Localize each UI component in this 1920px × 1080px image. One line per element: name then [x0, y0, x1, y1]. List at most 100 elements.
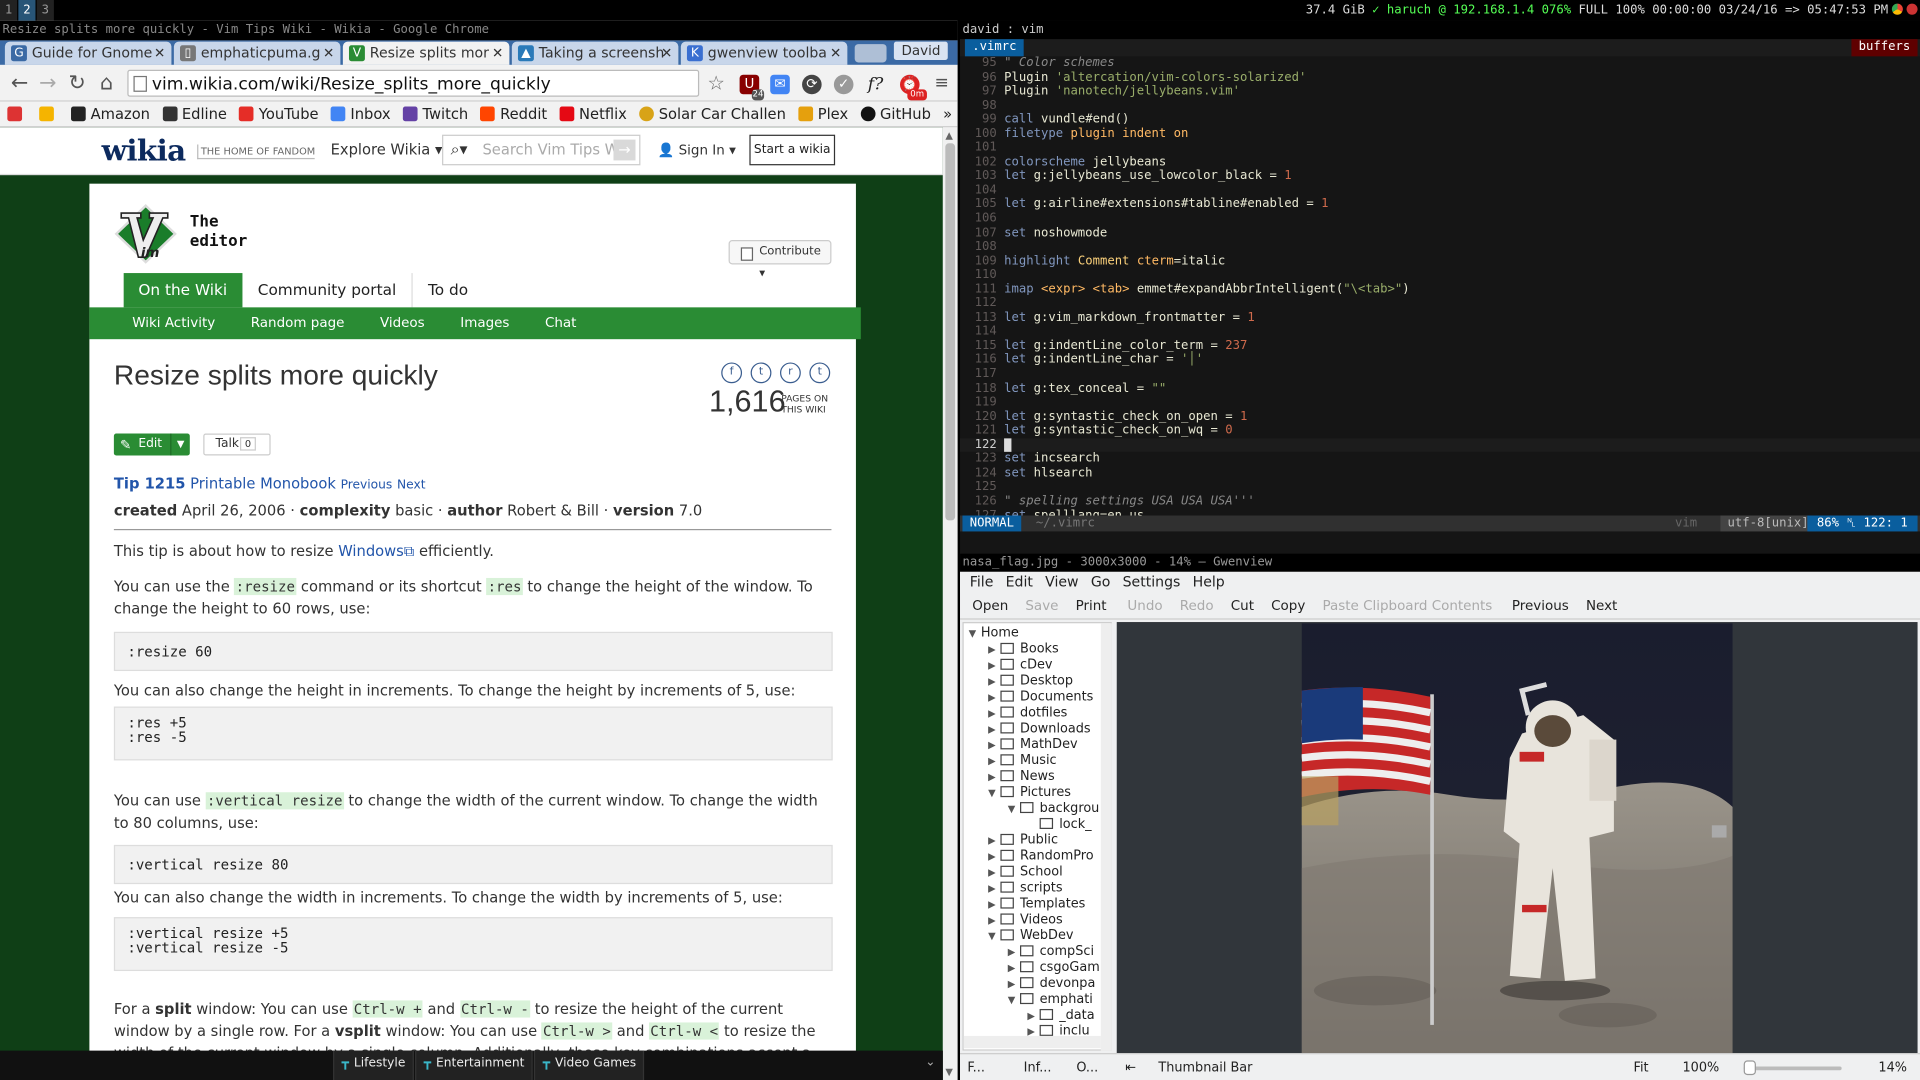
vim-line[interactable]: 106 — [960, 212, 1920, 226]
expander-icon[interactable]: ▶ — [988, 673, 1000, 689]
facebook-icon[interactable]: f — [721, 362, 743, 384]
tree-item[interactable]: ▶ News — [988, 769, 1055, 785]
undo-button[interactable]: Undo — [1127, 593, 1162, 619]
tree-item[interactable]: ▶ dotfiles — [988, 705, 1067, 721]
menu-settings[interactable]: Settings — [1123, 572, 1181, 593]
browser-tab-active[interactable]: V Resize splits mor ✕ — [342, 41, 510, 65]
expander-icon[interactable]: ▼ — [969, 626, 981, 642]
chevron-down-icon[interactable]: ⌄ — [925, 1056, 935, 1069]
sidebar-tab-folders[interactable]: F... — [967, 1054, 985, 1080]
address-bar[interactable]: vim.wikia.com/wiki/Resize_splits_more_qu… — [127, 69, 725, 97]
vim-line[interactable]: 100 filetype plugin indent on — [960, 127, 1920, 141]
tree-item[interactable]: ▼ WebDev — [988, 928, 1073, 944]
tree-item[interactable]: lock_ — [1027, 817, 1092, 833]
bookmark-edline[interactable]: Edline — [162, 105, 227, 122]
vim-editor-lines[interactable]: 95 " Color schemes 96 Plugin 'altercation/v… — [960, 56, 1920, 523]
close-icon[interactable]: ✕ — [323, 42, 334, 65]
menu-help[interactable]: Help — [1193, 572, 1225, 593]
vim-line[interactable]: 96 Plugin 'altercation/vim-colors-solariz… — [960, 70, 1920, 84]
vim-line[interactable]: 112 — [960, 297, 1920, 311]
expander-icon[interactable]: ▶ — [1027, 1008, 1039, 1024]
bookmark-star-icon[interactable]: ☆ — [707, 71, 725, 95]
windows-link[interactable]: Windows — [338, 542, 404, 559]
vim-line[interactable]: 126 " spelling settings USA USA USA''' — [960, 495, 1920, 509]
tree-item[interactable]: ▶ Videos — [988, 912, 1063, 928]
bookmark-star-icon[interactable] — [39, 106, 59, 122]
print-button[interactable]: Print — [1076, 593, 1107, 619]
tree-item[interactable]: ▶ Public — [988, 833, 1058, 849]
chrome-tray-icon[interactable] — [1891, 3, 1903, 15]
bottom-bar-entertainment[interactable]: ┳ Entertainment — [415, 1050, 533, 1080]
previous-link[interactable]: Previous — [341, 479, 393, 492]
sync-ext-icon[interactable]: ⟳ — [802, 74, 822, 95]
tray-app-icon[interactable] — [1906, 3, 1918, 15]
previous-button[interactable]: Previous — [1512, 593, 1569, 619]
bottom-bar-lifestyle[interactable]: ┳ Lifestyle — [333, 1050, 414, 1080]
menu-file[interactable]: File — [970, 572, 994, 593]
close-icon[interactable]: ✕ — [492, 42, 503, 65]
tree-item[interactable]: ▶ RandomPro — [988, 849, 1093, 865]
expander-icon[interactable]: ▶ — [988, 880, 1000, 896]
tree-item[interactable]: ▶ Downloads — [988, 721, 1090, 737]
subnav-random-page[interactable]: Random page — [251, 307, 345, 339]
vim-line[interactable]: 125 — [960, 481, 1920, 495]
expander-icon[interactable]: ▶ — [988, 705, 1000, 721]
tree-item[interactable]: ▶ cDev — [988, 658, 1052, 674]
bookmark-twitch[interactable]: Twitch — [402, 105, 468, 122]
search-input[interactable]: Search Vim Tips Wiki — [482, 141, 617, 158]
expander-icon[interactable]: ▼ — [1008, 801, 1020, 817]
tree-item[interactable]: ▶ devonpa — [1008, 976, 1096, 992]
explore-wikia-menu[interactable]: Explore Wikia ▾ — [331, 141, 443, 158]
start-wikia-button[interactable]: Start a wikia — [749, 134, 836, 166]
vim-line[interactable]: 116 let g:indentLine_char = '│' — [960, 353, 1920, 367]
bottom-bar-video-games[interactable]: ┳ Video Games — [534, 1050, 645, 1080]
menu-icon[interactable]: ≡ — [929, 71, 953, 95]
browser-tab[interactable]: ▲ Taking a screensh ✕ — [511, 41, 679, 65]
bookmark-inbox[interactable]: Inbox — [330, 105, 391, 122]
workspace-1-button[interactable]: 1 — [0, 0, 18, 21]
vim-buffer-tab[interactable]: .vimrc — [964, 39, 1024, 57]
vim-line[interactable]: 123 set incsearch — [960, 452, 1920, 466]
vim-line[interactable]: 117 — [960, 367, 1920, 381]
browser-tab[interactable]: G Guide for Gnome ✕ — [4, 41, 172, 65]
subnav-chat[interactable]: Chat — [545, 307, 576, 339]
vim-line[interactable]: 115 let g:indentLine_color_term = 237 — [960, 339, 1920, 353]
next-link[interactable]: Next — [397, 479, 426, 492]
page-scrollbar[interactable]: ▲ ▼ — [942, 127, 958, 1080]
tree-item[interactable]: ▶ Music — [988, 753, 1056, 769]
chevron-down-icon[interactable]: ▼ — [170, 433, 190, 456]
expander-icon[interactable]: ▶ — [988, 769, 1000, 785]
tree-item[interactable]: ▶ Documents — [988, 689, 1093, 705]
tab-community-portal[interactable]: Community portal — [243, 273, 413, 308]
profile-button[interactable]: David — [894, 41, 948, 61]
reload-icon[interactable]: ↻ — [65, 71, 89, 95]
formula-ext-icon[interactable]: f? — [866, 75, 886, 95]
thumbnail-bar-toggle[interactable]: Thumbnail Bar — [1158, 1054, 1252, 1080]
edit-button[interactable]: ✎ Edit ▼ — [113, 433, 190, 456]
expander-icon[interactable]: ▶ — [988, 689, 1000, 705]
new-tab-button[interactable] — [854, 44, 887, 63]
bookmark-netflix[interactable]: Netflix — [559, 105, 627, 122]
expander-icon[interactable]: ▶ — [988, 721, 1000, 737]
tab-on-the-wiki[interactable]: On the Wiki — [123, 273, 242, 308]
vim-line[interactable]: 109 highlight Comment cterm=italic — [960, 254, 1920, 268]
scroll-down-icon[interactable]: ▼ — [945, 1067, 953, 1078]
tree-item[interactable]: ▶ School — [988, 864, 1063, 880]
vim-line[interactable]: 98 — [960, 99, 1920, 113]
vim-logo[interactable]: im — [114, 203, 178, 264]
menu-edit[interactable]: Edit — [1006, 572, 1033, 593]
close-icon[interactable]: ✕ — [830, 42, 841, 65]
sign-in-menu[interactable]: 👤 Sign In ▾ — [658, 142, 736, 158]
vim-line[interactable]: 114 — [960, 325, 1920, 339]
menu-view[interactable]: View — [1045, 572, 1078, 593]
tree-scrollbar[interactable] — [1100, 623, 1112, 1051]
zoom-slider-handle[interactable] — [1743, 1060, 1756, 1076]
contribute-button[interactable]: Contribute ▾ — [728, 240, 832, 280]
folder-tree[interactable]: ▼ Home ▶ Books ▶ cDev ▶ Desktop ▶ Documents ▶ dotfi… — [962, 622, 1112, 1051]
bookmark-amazon[interactable]: Amazon — [71, 105, 150, 122]
scroll-thumb[interactable] — [945, 143, 956, 521]
wikia-logo[interactable]: wikia — [102, 132, 187, 168]
expander-icon[interactable]: ▶ — [988, 833, 1000, 849]
expander-icon[interactable]: ▶ — [988, 849, 1000, 865]
expander-icon[interactable]: ▼ — [1008, 992, 1020, 1008]
